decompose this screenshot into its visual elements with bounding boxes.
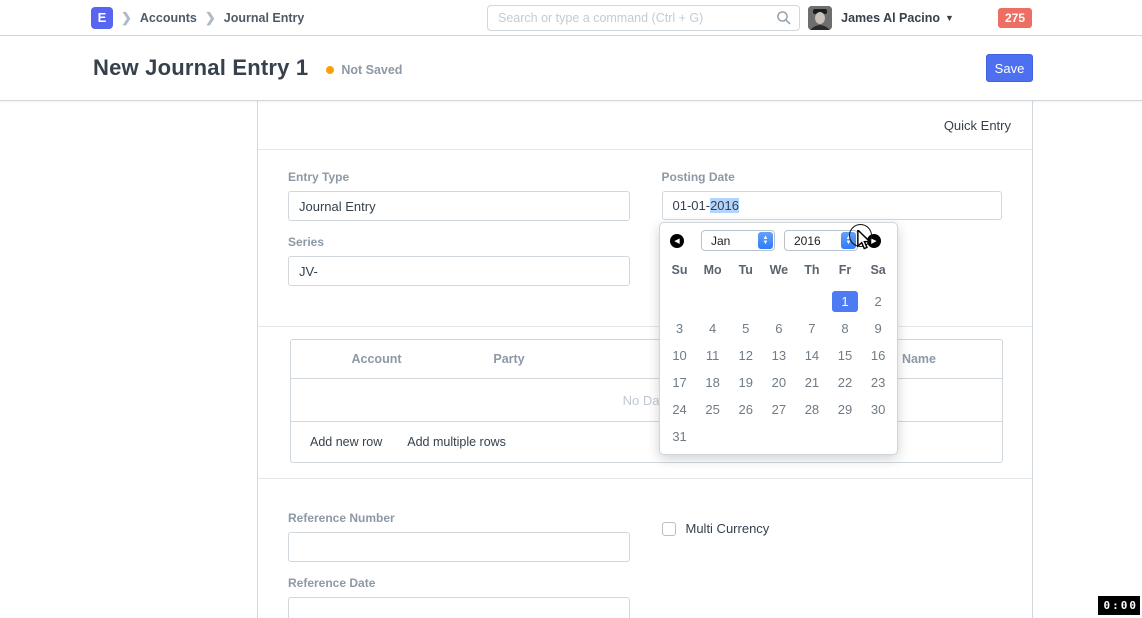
save-button[interactable]: Save xyxy=(986,54,1033,82)
day-14[interactable]: 14 xyxy=(795,342,828,369)
day-blank xyxy=(729,288,762,315)
weekday-su: Su xyxy=(663,261,696,279)
day-13[interactable]: 13 xyxy=(762,342,795,369)
previous-month-button[interactable]: ◀ xyxy=(670,234,684,248)
reference-number-input[interactable] xyxy=(288,532,630,562)
weekday-th: Th xyxy=(795,261,828,279)
day-2[interactable]: 2 xyxy=(862,288,895,315)
column-party: Party xyxy=(434,340,584,378)
day-30[interactable]: 30 xyxy=(862,396,895,423)
day-blank xyxy=(862,423,895,450)
status-text: Not Saved xyxy=(341,63,402,77)
day-blank xyxy=(762,288,795,315)
day-24[interactable]: 24 xyxy=(663,396,696,423)
day-7[interactable]: 7 xyxy=(795,315,828,342)
entry-type-input[interactable]: Journal Entry xyxy=(288,191,630,221)
day-27[interactable]: 27 xyxy=(762,396,795,423)
day-3[interactable]: 3 xyxy=(663,315,696,342)
series-input[interactable]: JV- xyxy=(288,256,630,286)
posting-date-label: Posting Date xyxy=(662,170,1003,184)
status-indicator: Not Saved xyxy=(326,63,402,77)
recording-timer: 0:00 xyxy=(1098,596,1141,615)
entry-type-label: Entry Type xyxy=(288,170,630,184)
day-28[interactable]: 28 xyxy=(795,396,828,423)
day-19[interactable]: 19 xyxy=(729,369,762,396)
day-blank xyxy=(795,423,828,450)
status-dot-icon xyxy=(326,66,334,74)
weekday-tu: Tu xyxy=(729,261,762,279)
add-multiple-rows-button[interactable]: Add multiple rows xyxy=(407,435,506,449)
day-22[interactable]: 22 xyxy=(828,369,861,396)
day-5[interactable]: 5 xyxy=(729,315,762,342)
day-11[interactable]: 11 xyxy=(696,342,729,369)
weekday-header-row: SuMoTuWeThFrSa xyxy=(660,261,897,279)
day-8[interactable]: 8 xyxy=(828,315,861,342)
search-icon xyxy=(776,10,792,26)
day-blank xyxy=(696,288,729,315)
day-17[interactable]: 17 xyxy=(663,369,696,396)
day-1[interactable]: 1 xyxy=(828,288,861,315)
reference-date-label: Reference Date xyxy=(288,576,630,590)
day-blank xyxy=(828,423,861,450)
column-blank xyxy=(291,340,319,378)
reference-number-label: Reference Number xyxy=(288,511,630,525)
chevron-down-icon: ▼ xyxy=(945,13,954,23)
datepicker-popup: ◀ Jan ▲▼ 2016 ▲▼ ▶ SuMoTuWeThFrSa 123456… xyxy=(659,222,898,455)
year-select[interactable]: 2016 ▲▼ xyxy=(784,230,858,251)
day-blank xyxy=(696,423,729,450)
day-10[interactable]: 10 xyxy=(663,342,696,369)
chevron-right-icon: ❯ xyxy=(121,10,132,26)
weekday-we: We xyxy=(762,261,795,279)
breadcrumb-item-journal-entry[interactable]: Journal Entry xyxy=(224,11,305,25)
quick-entry-link[interactable]: Quick Entry xyxy=(944,118,1011,133)
day-26[interactable]: 26 xyxy=(729,396,762,423)
day-blank xyxy=(663,288,696,315)
weekday-mo: Mo xyxy=(696,261,729,279)
selected-day[interactable]: 1 xyxy=(832,291,858,312)
multi-currency-checkbox[interactable] xyxy=(662,522,676,536)
breadcrumb: E ❯ Accounts ❯ Journal Entry xyxy=(91,7,304,29)
multi-currency-label: Multi Currency xyxy=(686,521,770,536)
day-blank xyxy=(729,423,762,450)
day-20[interactable]: 20 xyxy=(762,369,795,396)
user-menu[interactable]: James Al Pacino xyxy=(841,11,940,25)
day-6[interactable]: 6 xyxy=(762,315,795,342)
search-input[interactable] xyxy=(487,5,800,31)
breadcrumb-item-accounts[interactable]: Accounts xyxy=(140,11,197,25)
app-logo[interactable]: E xyxy=(91,7,113,29)
posting-date-input[interactable]: 01-01-2016 xyxy=(662,191,1003,220)
day-blank xyxy=(795,288,828,315)
day-blank xyxy=(762,423,795,450)
month-select[interactable]: Jan ▲▼ xyxy=(701,230,775,251)
page-header: New Journal Entry 1 Not Saved Save xyxy=(0,36,1142,101)
day-31[interactable]: 31 xyxy=(663,423,696,450)
form-card: Quick Entry Entry Type Journal Entry Ser… xyxy=(257,101,1033,618)
page-title: New Journal Entry 1 xyxy=(93,55,308,81)
calendar-grid: 1234567891011121314151617181920212223242… xyxy=(660,288,897,450)
add-new-row-button[interactable]: Add new row xyxy=(310,435,382,449)
user-avatar[interactable] xyxy=(808,6,832,30)
day-12[interactable]: 12 xyxy=(729,342,762,369)
stepper-icon[interactable]: ▲▼ xyxy=(758,232,773,249)
day-23[interactable]: 23 xyxy=(862,369,895,396)
series-label: Series xyxy=(288,235,630,249)
weekday-sa: Sa xyxy=(862,261,895,279)
day-15[interactable]: 15 xyxy=(828,342,861,369)
day-29[interactable]: 29 xyxy=(828,396,861,423)
day-16[interactable]: 16 xyxy=(862,342,895,369)
reference-date-input[interactable] xyxy=(288,597,630,618)
day-21[interactable]: 21 xyxy=(795,369,828,396)
mouse-cursor xyxy=(856,230,874,250)
day-25[interactable]: 25 xyxy=(696,396,729,423)
notifications-badge[interactable]: 275 xyxy=(998,8,1032,28)
selected-text: 2016 xyxy=(710,198,739,213)
day-4[interactable]: 4 xyxy=(696,315,729,342)
chevron-right-icon: ❯ xyxy=(205,10,216,26)
top-navbar: E ❯ Accounts ❯ Journal Entry James Al Pacin… xyxy=(0,0,1142,36)
day-9[interactable]: 9 xyxy=(862,315,895,342)
day-18[interactable]: 18 xyxy=(696,369,729,396)
weekday-fr: Fr xyxy=(828,261,861,279)
column-blank xyxy=(940,340,1002,378)
column-account: Account xyxy=(319,340,434,378)
